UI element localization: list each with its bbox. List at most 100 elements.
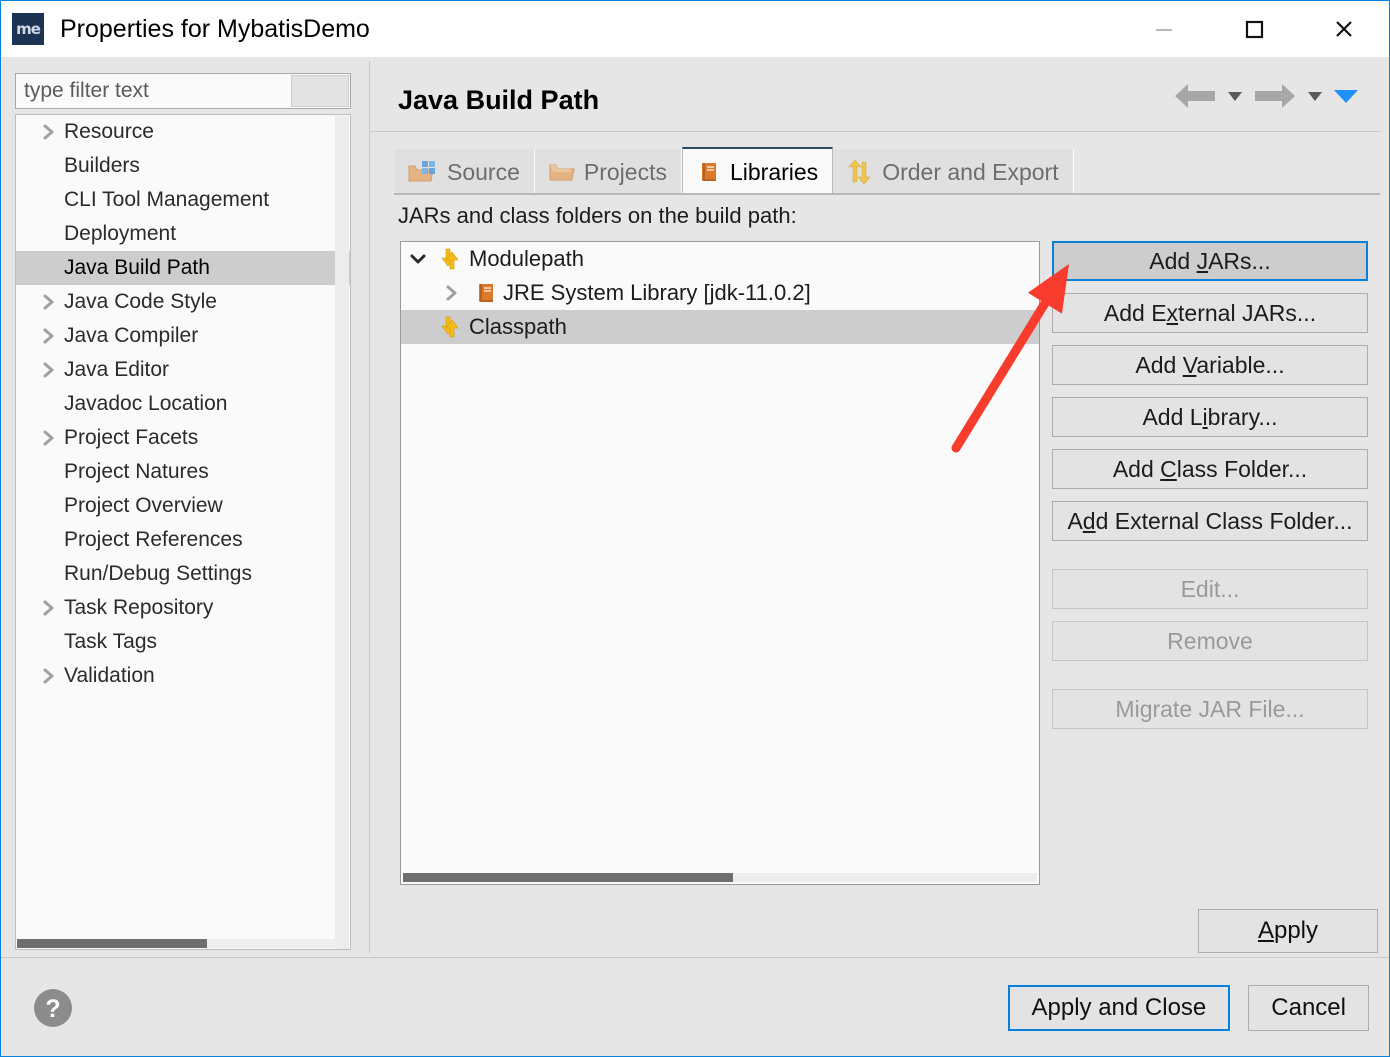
tab-label: Projects — [583, 158, 667, 185]
sidebar-horizontal-scrollbar[interactable] — [17, 939, 337, 948]
scrollbar-thumb[interactable] — [403, 873, 733, 882]
list-item[interactable]: Modulepath — [401, 242, 1039, 276]
tab-projects[interactable]: Projects — [534, 149, 682, 195]
filter-clear-button[interactable] — [291, 75, 349, 107]
add-variable-button[interactable]: Add Variable... — [1052, 345, 1368, 385]
button-label: Remove — [1167, 627, 1253, 654]
sidebar-item-label: Task Tags — [64, 630, 157, 653]
sidebar-item-java-compiler[interactable]: Java Compiler — [16, 319, 350, 353]
list-item-label: Classpath — [469, 314, 567, 339]
sidebar-item-cli-tool-management[interactable]: CLI Tool Management — [16, 183, 350, 217]
tab-source[interactable]: Source — [394, 149, 535, 195]
sidebar-item-label: CLI Tool Management — [64, 188, 270, 211]
sidebar-item-label: Project Natures — [64, 460, 209, 483]
add-library-button[interactable]: Add Library... — [1052, 397, 1368, 437]
chevron-right-icon[interactable] — [38, 123, 60, 141]
minimize-icon[interactable] — [1119, 1, 1209, 57]
up-down-arrows-icon — [847, 159, 873, 185]
back-dropdown-chevron-down-icon[interactable] — [1225, 86, 1245, 106]
main-panel: Java Build Path Source Projects Librarie… — [369, 61, 1381, 953]
chevron-right-icon[interactable] — [38, 599, 60, 617]
list-horizontal-scrollbar[interactable] — [403, 873, 1037, 882]
sidebar-item-label: Resource — [64, 120, 154, 143]
button-group-gap — [1052, 673, 1370, 689]
button-label: Apply and Close — [1031, 994, 1207, 1021]
button-label: Add JARs... — [1149, 247, 1271, 274]
list-item[interactable]: JRE System Library [jdk-11.0.2] — [401, 276, 1039, 310]
chevron-right-icon[interactable] — [38, 327, 60, 345]
scrollbar-thumb[interactable] — [17, 939, 207, 948]
button-group-gap — [1052, 553, 1370, 569]
sidebar-item-label: Project Overview — [64, 494, 223, 517]
footer-separator — [1, 957, 1389, 958]
sidebar-item-task-repository[interactable]: Task Repository — [16, 591, 350, 625]
tab-libraries[interactable]: Libraries — [681, 147, 834, 195]
sidebar-item-project-overview[interactable]: Project Overview — [16, 489, 350, 523]
sidebar-item-label: Java Build Path — [64, 256, 210, 279]
list-item-label: JRE System Library [jdk-11.0.2] — [503, 280, 811, 305]
title-bar: me Properties for MybatisDemo — [1, 1, 1389, 57]
page-title: Java Build Path — [398, 85, 600, 115]
sidebar-item-java-code-style[interactable]: Java Code Style — [16, 285, 350, 319]
filter-row — [15, 73, 351, 109]
add-external-class-folder-button[interactable]: Add External Class Folder... — [1052, 501, 1368, 541]
sidebar-item-javadoc-location[interactable]: Javadoc Location — [16, 387, 350, 421]
chevron-down-icon[interactable] — [401, 251, 435, 267]
button-label: Add Class Folder... — [1112, 455, 1308, 482]
build-path-list[interactable]: Modulepath JRE System Library [jdk-11.0.2… — [400, 241, 1040, 885]
button-label: Migrate JAR File... — [1115, 695, 1305, 722]
chevron-right-icon[interactable] — [435, 284, 469, 302]
sidebar-item-validation[interactable]: Validation — [16, 659, 350, 693]
list-item[interactable]: Classpath — [401, 310, 1039, 344]
add-external-jars-button[interactable]: Add External JARs... — [1052, 293, 1368, 333]
sidebar-vertical-scrollbar[interactable] — [335, 116, 349, 949]
add-jars-button[interactable]: Add JARs... — [1052, 241, 1368, 281]
content-label: JARs and class folders on the build path… — [398, 203, 797, 228]
apply-and-close-button[interactable]: Apply and Close — [1007, 985, 1231, 1031]
sidebar-item-resource[interactable]: Resource — [16, 115, 350, 149]
chevron-right-icon[interactable] — [38, 361, 60, 379]
folder-icon — [549, 161, 575, 183]
cancel-button[interactable]: Cancel — [1248, 985, 1369, 1031]
help-question-icon[interactable]: ? — [32, 987, 74, 1029]
footer-buttons: Apply and Close Cancel — [1007, 985, 1369, 1031]
path-arrows-icon — [435, 247, 469, 271]
book-icon — [697, 160, 721, 184]
chevron-right-icon[interactable] — [38, 293, 60, 311]
tab-order-and-export[interactable]: Order and Export — [833, 149, 1074, 195]
apply-button[interactable]: Apply — [1198, 909, 1378, 953]
chevron-right-icon[interactable] — [38, 667, 60, 685]
settings-tree[interactable]: Resource Builders CLI Tool Management Deplo… — [15, 114, 351, 950]
back-arrow-icon[interactable] — [1171, 79, 1219, 113]
path-arrows-icon — [435, 315, 469, 339]
forward-arrow-icon[interactable] — [1251, 79, 1299, 113]
sidebar-item-run-debug-settings[interactable]: Run/Debug Settings — [16, 557, 350, 591]
sidebar-item-project-references[interactable]: Project References — [16, 523, 350, 557]
tab-underline — [394, 193, 1380, 195]
button-label: Apply — [1257, 917, 1319, 944]
maximize-icon[interactable] — [1209, 1, 1299, 57]
properties-dialog: me Properties for MybatisDemo Resource Bu… — [0, 0, 1390, 1057]
close-icon[interactable] — [1299, 1, 1389, 57]
sidebar-item-project-facets[interactable]: Project Facets — [16, 421, 350, 455]
tab-bar: Source Projects Libraries Order and Export — [394, 145, 1074, 195]
sidebar-item-project-natures[interactable]: Project Natures — [16, 455, 350, 489]
forward-dropdown-chevron-down-icon[interactable] — [1305, 86, 1325, 106]
sidebar-item-task-tags[interactable]: Task Tags — [16, 625, 350, 659]
chevron-right-icon[interactable] — [38, 429, 60, 447]
remove-button: Remove — [1052, 621, 1368, 661]
button-label: Edit... — [1180, 575, 1240, 602]
tab-label: Libraries — [729, 158, 819, 185]
add-class-folder-button[interactable]: Add Class Folder... — [1052, 449, 1368, 489]
edit-button: Edit... — [1052, 569, 1368, 609]
sidebar-item-deployment[interactable]: Deployment — [16, 217, 350, 251]
view-menu-triangle-down-icon[interactable] — [1331, 85, 1361, 107]
sidebar-item-java-editor[interactable]: Java Editor — [16, 353, 350, 387]
sidebar-item-builders[interactable]: Builders — [16, 149, 350, 183]
sidebar-item-java-build-path[interactable]: Java Build Path — [16, 251, 350, 285]
list-item-label: Modulepath — [469, 246, 584, 271]
sidebar-item-label: Validation — [64, 664, 155, 687]
settings-sidebar: Resource Builders CLI Tool Management Deplo… — [15, 73, 353, 953]
sidebar-item-label: Java Editor — [64, 358, 170, 381]
search-input[interactable] — [16, 75, 290, 107]
